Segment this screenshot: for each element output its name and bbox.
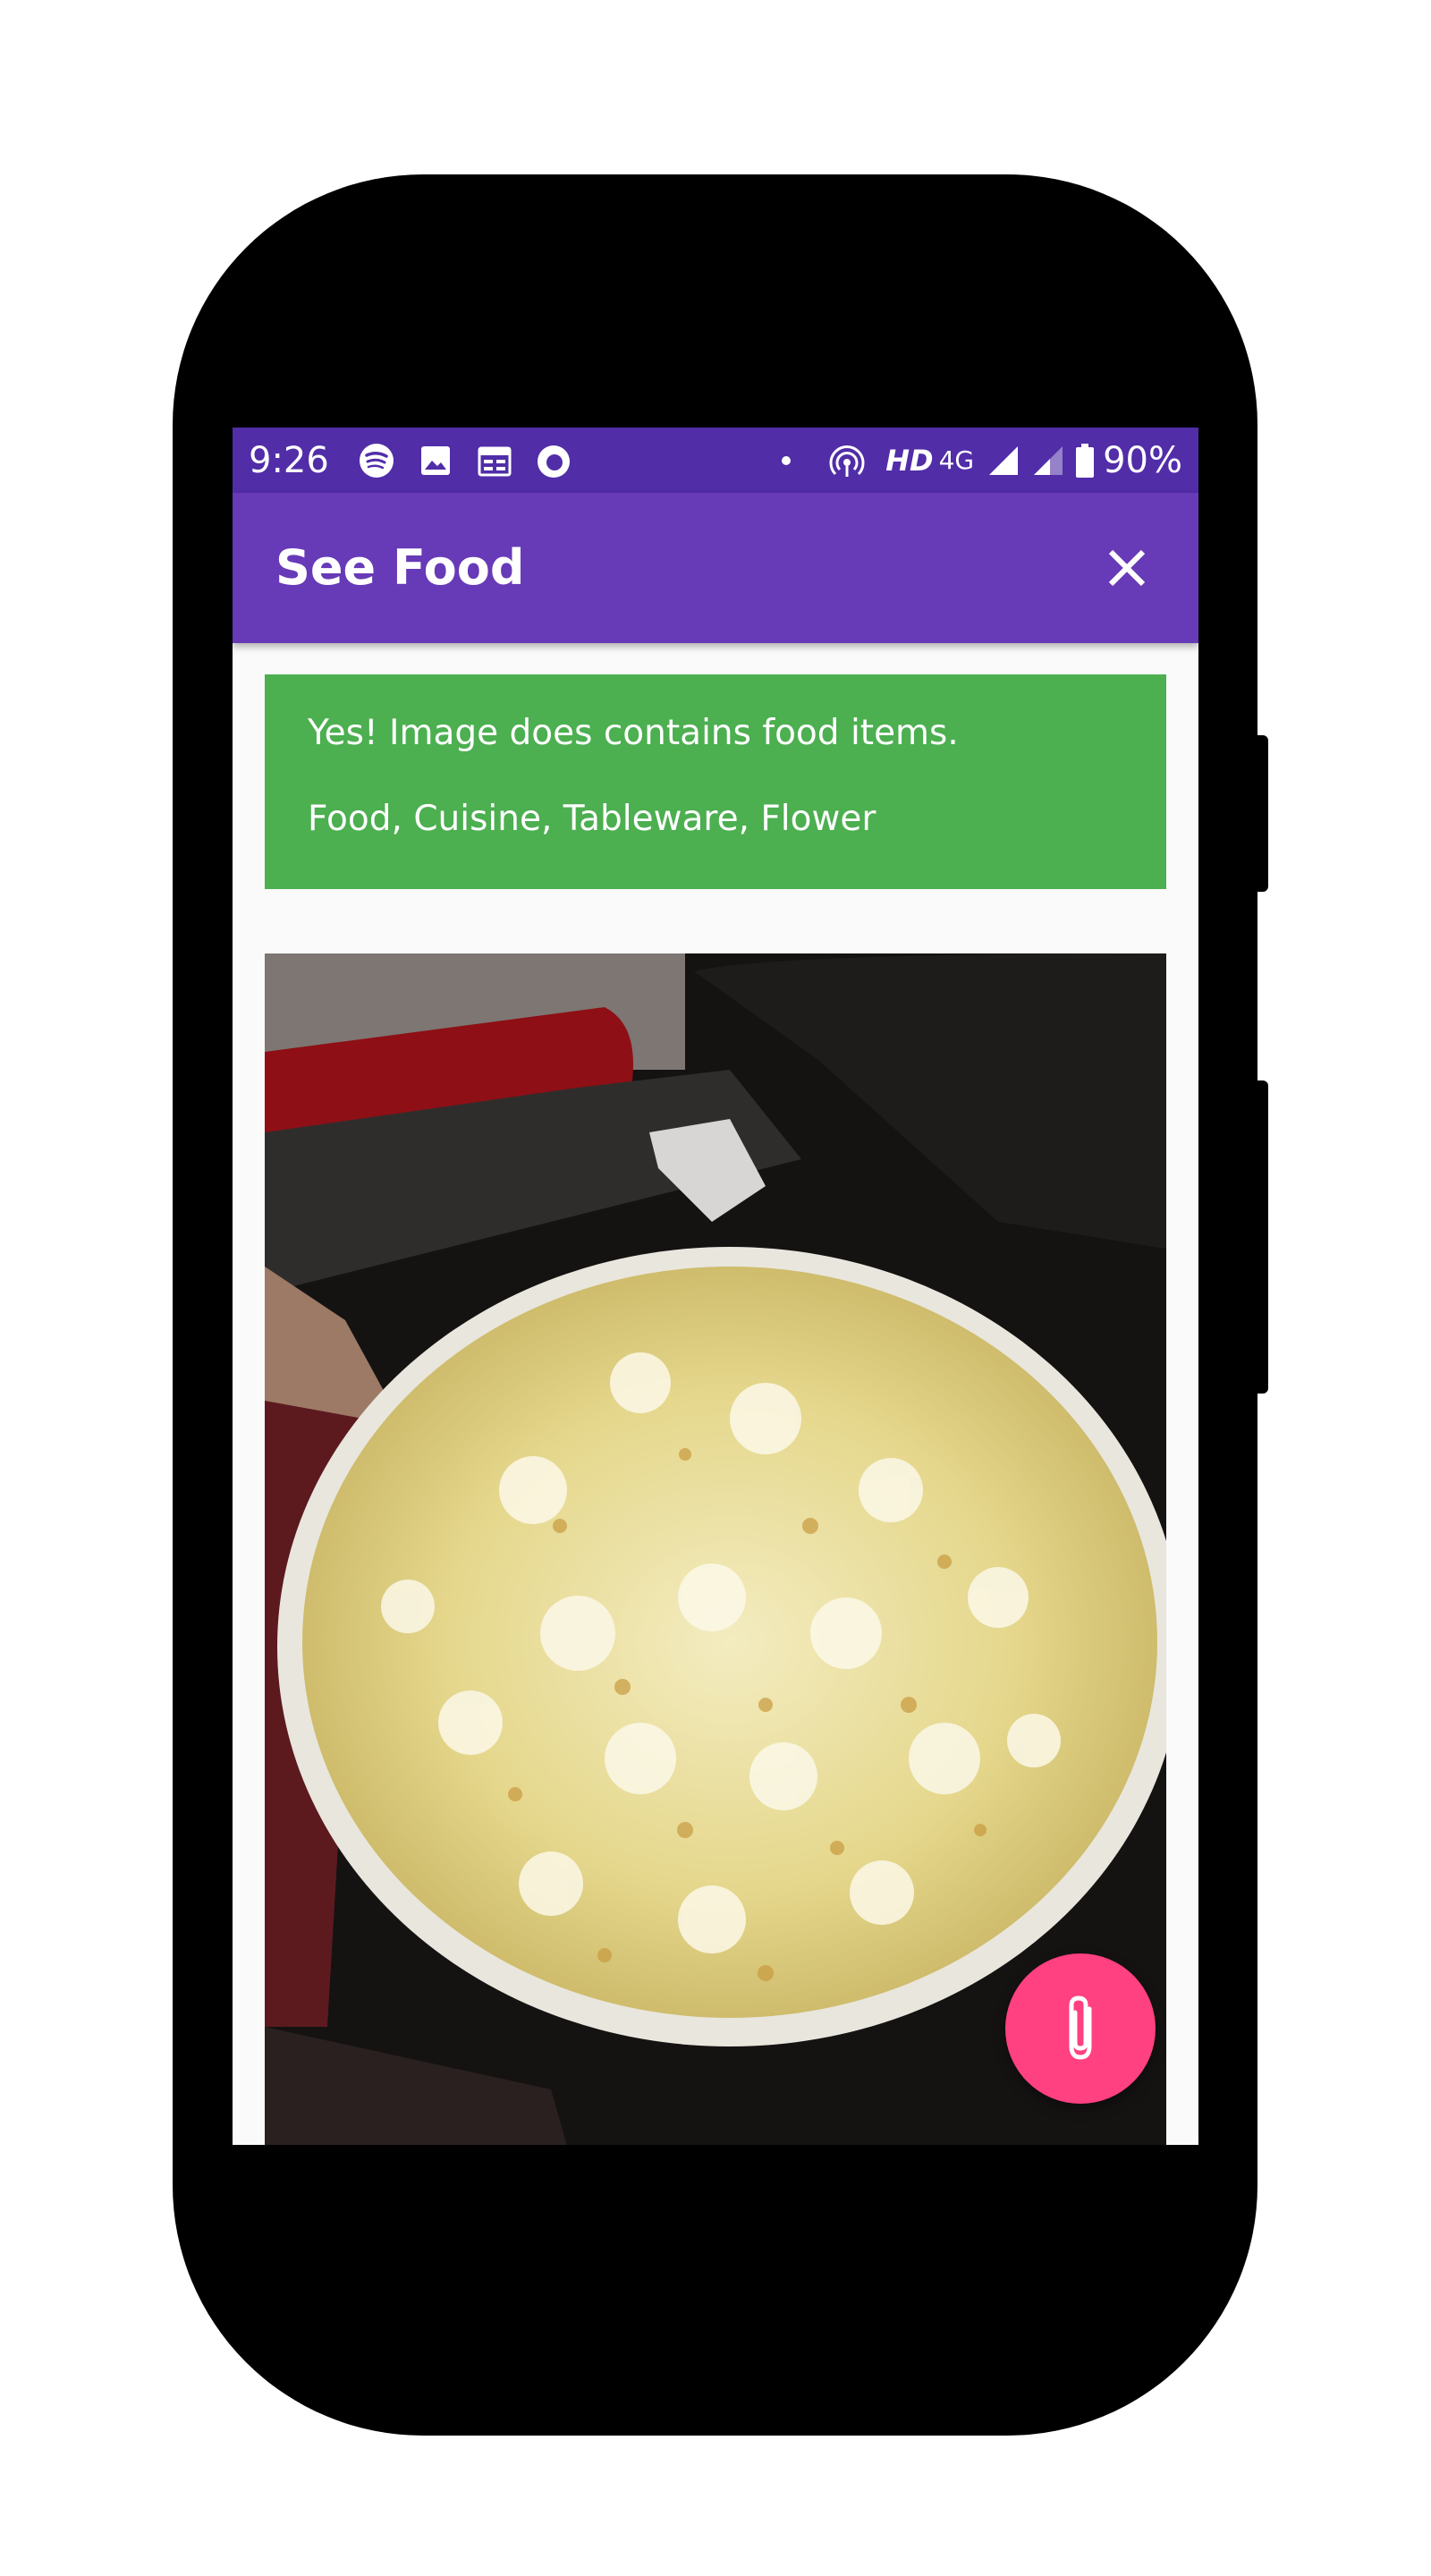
network-hd: HD bbox=[885, 443, 934, 478]
close-button[interactable] bbox=[1102, 543, 1152, 593]
result-headline: Yes! Image does contains food items. bbox=[308, 713, 959, 753]
attach-button[interactable] bbox=[1005, 1953, 1156, 2104]
app-title: See Food bbox=[275, 539, 525, 596]
power-button bbox=[1252, 1080, 1268, 1394]
notification-dot bbox=[782, 455, 792, 465]
spotify-icon bbox=[356, 440, 397, 481]
image-icon bbox=[415, 440, 456, 481]
firefox-icon bbox=[533, 440, 574, 481]
attach-icon bbox=[1069, 1996, 1092, 2060]
signal-weak-icon bbox=[1028, 440, 1069, 481]
volume-button bbox=[1252, 735, 1268, 892]
result-card: Yes! Image does contains food items. Foo… bbox=[265, 674, 1166, 889]
signal-icon bbox=[983, 440, 1024, 481]
app-bar: See Food bbox=[233, 493, 1198, 643]
battery-level: 90% bbox=[1103, 439, 1182, 481]
food-photo bbox=[265, 953, 1166, 2145]
status-time: 9:26 bbox=[249, 439, 329, 481]
calendar-icon bbox=[474, 440, 515, 481]
result-labels: Food, Cuisine, Tableware, Flower bbox=[308, 799, 876, 839]
network-type: 4G bbox=[938, 445, 975, 475]
close-icon bbox=[1108, 549, 1146, 587]
battery-icon bbox=[1074, 440, 1096, 481]
hotspot-icon bbox=[826, 440, 868, 481]
phone-screen: 9:26 HD 4G 90% See Food Yes! Image does … bbox=[233, 428, 1198, 2145]
status-bar: 9:26 HD 4G 90% bbox=[233, 428, 1198, 493]
